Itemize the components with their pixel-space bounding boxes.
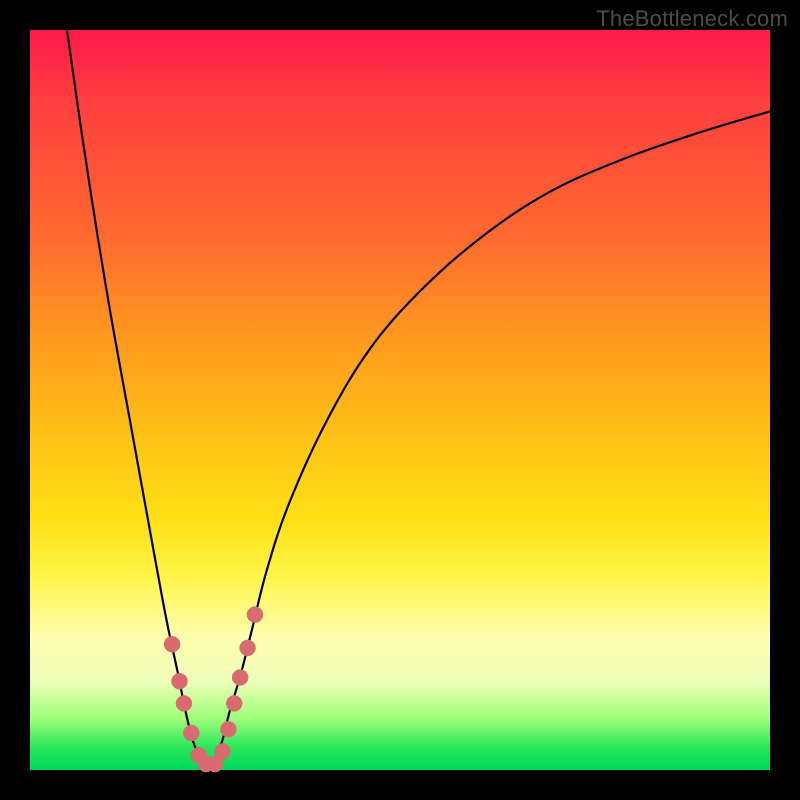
marker-dot — [171, 673, 187, 689]
chart-frame: TheBottleneck.com — [0, 0, 800, 800]
marker-dot — [240, 640, 256, 656]
watermark-text: TheBottleneck.com — [596, 6, 788, 32]
marker-dot — [220, 721, 236, 737]
curve-svg — [30, 30, 770, 770]
series-right-branch — [208, 111, 770, 770]
marker-dot — [164, 636, 180, 652]
marker-dot — [226, 695, 242, 711]
series-left-branch — [67, 30, 208, 770]
marker-group — [164, 607, 263, 772]
marker-dot — [232, 670, 248, 686]
marker-dot — [214, 744, 230, 760]
marker-dot — [183, 725, 199, 741]
marker-dot — [176, 695, 192, 711]
marker-dot — [247, 607, 263, 623]
plot-area — [30, 30, 770, 770]
